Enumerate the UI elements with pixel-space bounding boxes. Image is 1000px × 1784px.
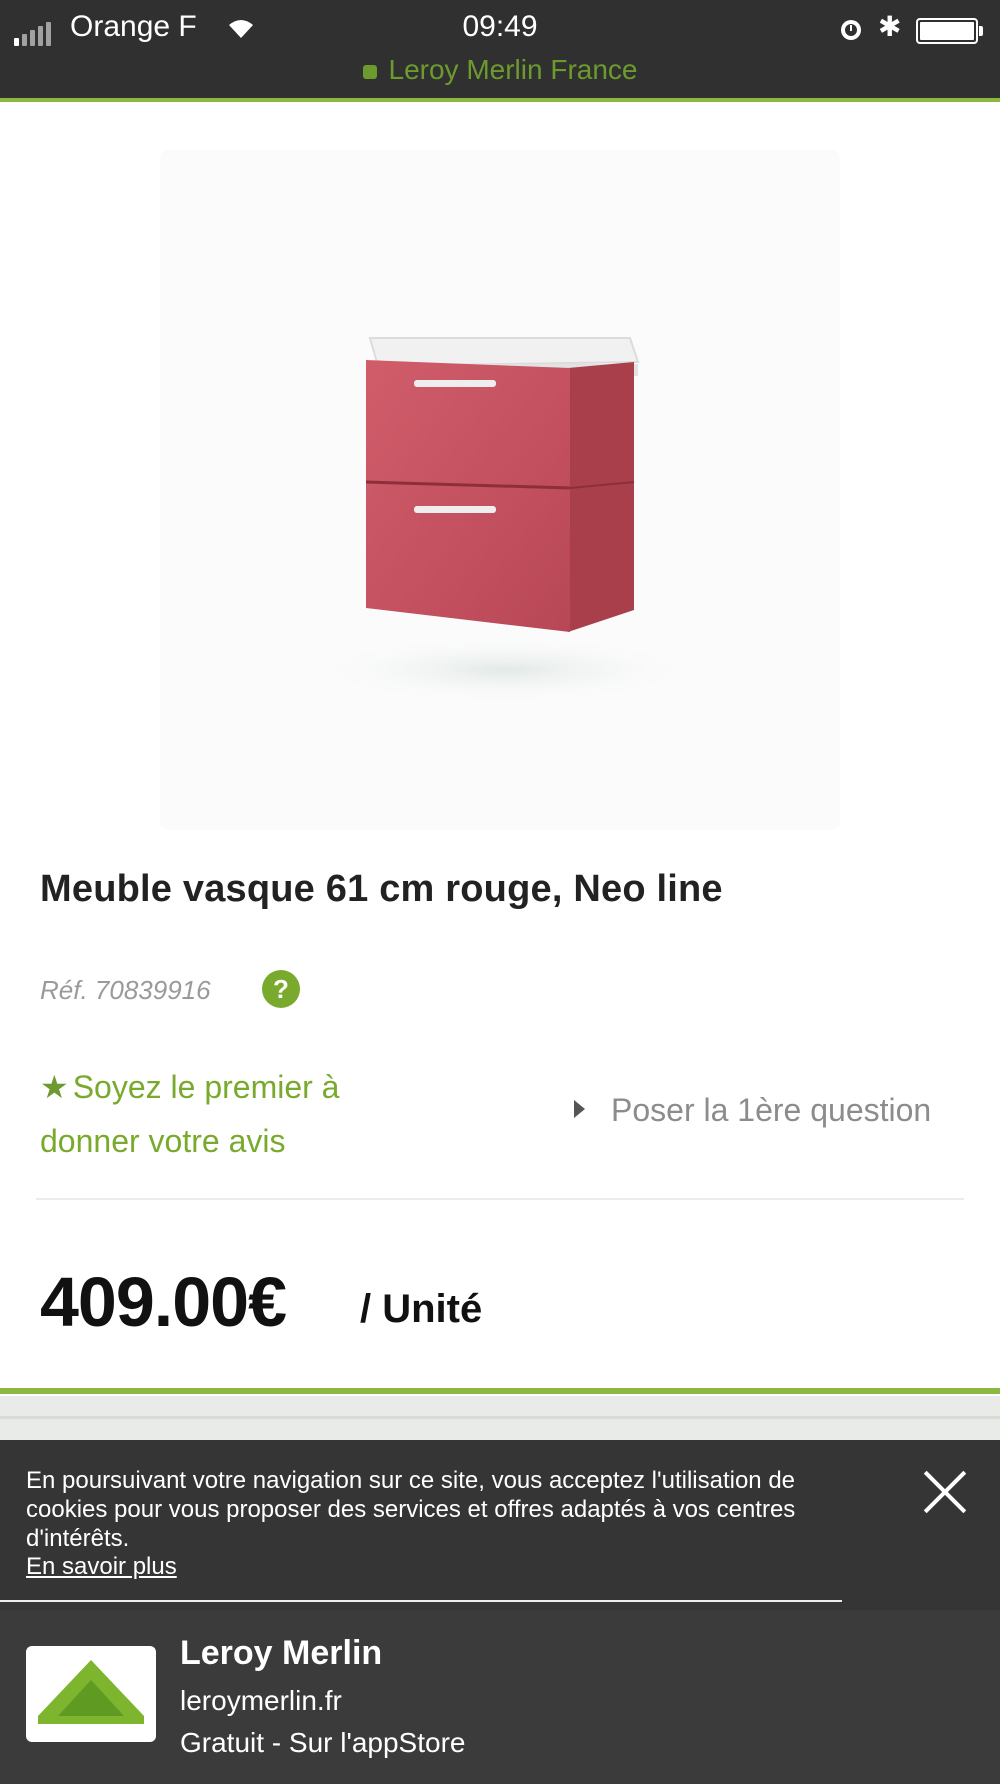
- help-icon[interactable]: ?: [262, 970, 300, 1008]
- cookie-banner: En poursuivant votre navigation sur ce s…: [0, 1440, 1000, 1610]
- section-strip: [0, 1396, 1000, 1440]
- address-bar[interactable]: Leroy Merlin France: [0, 54, 1000, 86]
- chevron-right-icon: [574, 1099, 585, 1118]
- cookie-notice-text: En poursuivant votre navigation sur ce s…: [26, 1467, 796, 1552]
- close-icon[interactable]: [916, 1462, 974, 1520]
- product-reference: Réf. 70839916: [40, 975, 211, 1005]
- divider: [0, 1600, 842, 1602]
- review-link-label: Soyez le premier à donner votre avis: [40, 1069, 340, 1159]
- lock-icon: [362, 65, 377, 79]
- app-name: Leroy Merlin: [180, 1634, 383, 1672]
- price-unit: / Unité: [360, 1287, 483, 1331]
- status-bar: Orange F 09:49 ✱ Leroy Merlin France: [0, 0, 1000, 102]
- review-link[interactable]: ★ Soyez le premier à donner votre avis: [40, 1060, 440, 1168]
- ask-question-label: Poser la 1ère question: [611, 1092, 932, 1128]
- alarm-icon: [841, 20, 861, 40]
- product-image[interactable]: [160, 150, 840, 830]
- product-title: Meuble vasque 61 cm rouge, Neo line: [40, 868, 723, 910]
- section-accent-line: [0, 1388, 1000, 1394]
- app-logo: [26, 1646, 156, 1742]
- bluetooth-icon: ✱: [878, 11, 902, 42]
- app-domain: leroymerlin.fr: [180, 1685, 342, 1716]
- product-price: 409.00€: [40, 1263, 287, 1341]
- cabinet-illustration: [305, 337, 705, 704]
- site-url: Leroy Merlin France: [388, 54, 638, 85]
- battery-icon: [916, 18, 983, 44]
- star-icon: ★: [40, 1069, 69, 1105]
- ask-question-link[interactable]: Poser la 1ère question: [574, 1092, 931, 1129]
- learn-more-link[interactable]: En savoir plus: [26, 1553, 177, 1581]
- divider: [36, 1198, 964, 1200]
- header-accent-line: [0, 98, 1000, 102]
- app-install-banner[interactable]: Leroy Merlin leroymerlin.fr Gratuit - Su…: [0, 1610, 1000, 1784]
- app-store-label: Gratuit - Sur l'appStore: [180, 1727, 466, 1758]
